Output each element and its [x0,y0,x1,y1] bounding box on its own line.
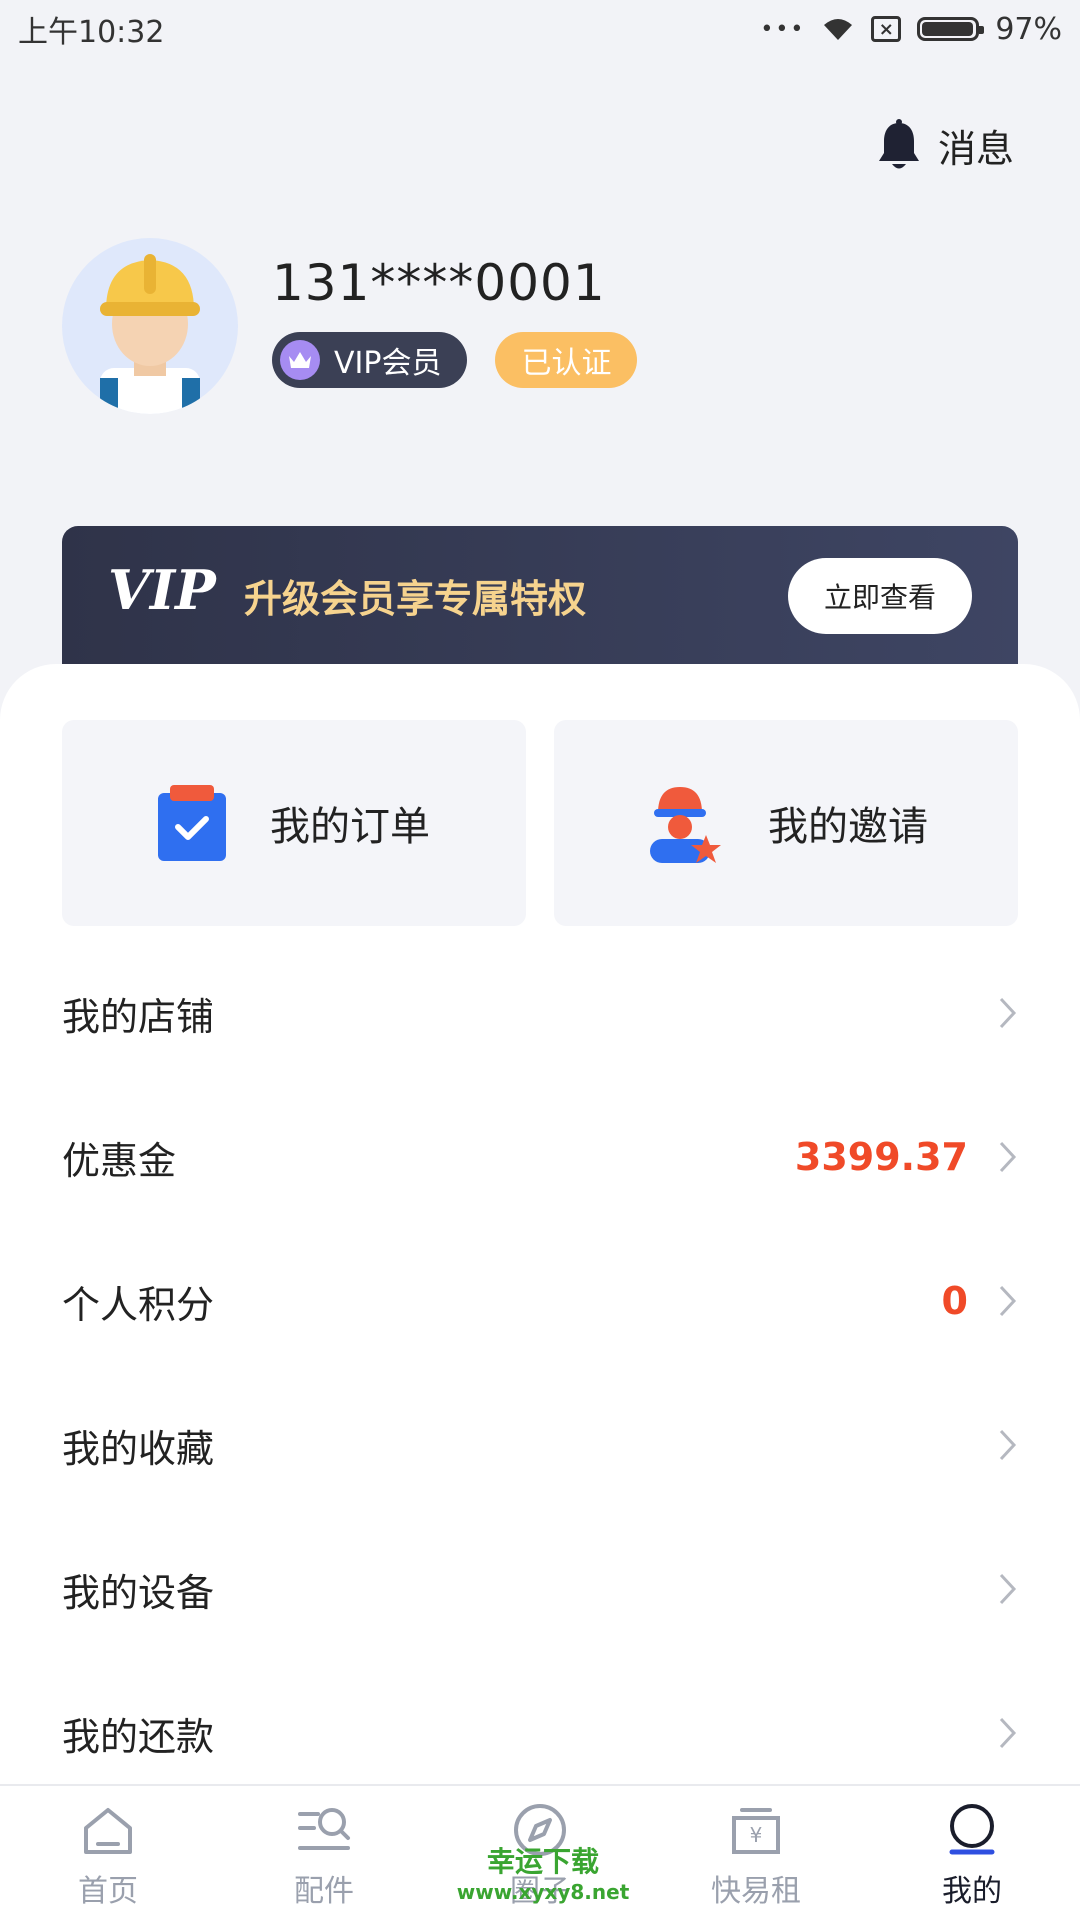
watermark-line1: 幸运下载 [486,1845,599,1878]
tab-label: 首页 [78,1874,138,1909]
tab-parts[interactable]: 配件 [216,1786,432,1920]
menu-item-coupon-money[interactable]: 优惠金 3399.37 [62,1085,1018,1229]
menu-item-label: 优惠金 [62,1138,177,1183]
menu-item-right [968,1428,1018,1462]
menu-item-label: 我的店铺 [62,994,215,1039]
status-icons: ••• × 97% [760,12,1062,47]
chevron-right-icon [999,997,1017,1029]
parts-search-icon [298,1808,350,1850]
invite-worker-icon [650,787,721,863]
wifi-icon [824,19,853,40]
vip-logo: VIP [108,558,216,622]
avatar[interactable] [62,238,238,414]
my-invites-label: 我的邀请 [768,804,928,850]
tab-label: 快易租 [711,1874,801,1909]
chevron-right-icon [999,1429,1017,1461]
menu-list: 我的店铺 优惠金 3399.37 个人积分 0 我的收藏 我的设备 我的还款 [62,941,1018,1805]
vip-member-badge[interactable]: VIP会员 [272,332,468,388]
menu-item-label: 个人积分 [62,1282,215,1327]
watermark-line2: www.xyxy8.net [456,1880,630,1904]
vip-badge-label: VIP会员 [334,346,442,381]
status-time: 上午10:32 [18,15,165,50]
menu-item-points[interactable]: 个人积分 0 [62,1229,1018,1373]
profile-info: 131****0001 VIP会员 已认证 [272,254,638,388]
tab-label: 配件 [294,1874,354,1909]
menu-item-right [968,1716,1018,1750]
no-sim-icon: × [871,16,902,42]
chevron-right-icon [999,1573,1017,1605]
main-card: 我的订单 我的邀请 我的店铺 优惠金 3399.37 个人积分 0 我的收藏 我… [0,664,1080,1784]
my-orders-label: 我的订单 [270,804,430,850]
user-phone: 131****0001 [272,254,606,312]
coupon-money-value: 3399.37 [794,1135,968,1179]
my-invites-button[interactable]: 我的邀请 [554,720,1018,926]
worker-avatar-icon [100,254,200,414]
chevron-right-icon [999,1717,1017,1749]
certified-badge-label: 已认证 [521,346,612,381]
menu-item-label: 我的还款 [62,1714,215,1759]
menu-item-label: 我的收藏 [62,1426,215,1471]
view-now-label: 立即查看 [823,581,936,614]
battery-percent: 97% [995,11,1062,47]
bell-icon [878,118,919,168]
profile-badges: VIP会员 已认证 [272,332,638,388]
menu-item-right [968,1572,1018,1606]
profile-icon [949,1804,995,1855]
menu-item-my-store[interactable]: 我的店铺 [62,941,1018,1085]
rent-box-icon: ¥ [732,1808,780,1854]
certified-badge[interactable]: 已认证 [495,332,638,388]
menu-item-label: 我的设备 [62,1570,215,1615]
watermark: 幸运下载 www.xyxy8.net [448,1845,638,1904]
vip-upgrade-banner[interactable]: VIP 升级会员享专属特权 立即查看 [62,526,1018,686]
battery-level [922,22,973,36]
home-icon [84,1808,132,1854]
more-dots-icon: ••• [760,16,806,42]
order-clipboard-icon [158,785,226,861]
battery-icon [917,17,985,41]
tab-home[interactable]: 首页 [0,1786,216,1920]
menu-item-favorites[interactable]: 我的收藏 [62,1373,1018,1517]
view-now-button[interactable]: 立即查看 [787,558,972,634]
svg-text:¥: ¥ [750,1823,763,1847]
tab-label: 我的 [942,1874,1002,1909]
tab-mine[interactable]: 我的 [864,1786,1080,1920]
menu-item-right [968,996,1018,1030]
profile-header: 131****0001 VIP会员 已认证 [62,238,638,414]
messages-button[interactable]: 消息 [876,118,1014,173]
tab-quick-rent[interactable]: ¥ 快易租 [648,1786,864,1920]
my-orders-button[interactable]: 我的订单 [62,720,526,926]
crown-icon [280,340,320,380]
status-bar: 上午10:32 ••• × 97% [0,0,1080,58]
chevron-right-icon [999,1285,1017,1317]
menu-item-right: 3399.37 [795,1135,1018,1179]
messages-label: 消息 [937,127,1014,171]
points-value: 0 [941,1279,968,1323]
quick-actions: 我的订单 我的邀请 [62,720,1018,926]
menu-item-devices[interactable]: 我的设备 [62,1517,1018,1661]
menu-item-right: 0 [942,1279,1018,1323]
vip-banner-title: 升级会员享专属特权 [244,577,587,621]
chevron-right-icon [999,1141,1017,1173]
